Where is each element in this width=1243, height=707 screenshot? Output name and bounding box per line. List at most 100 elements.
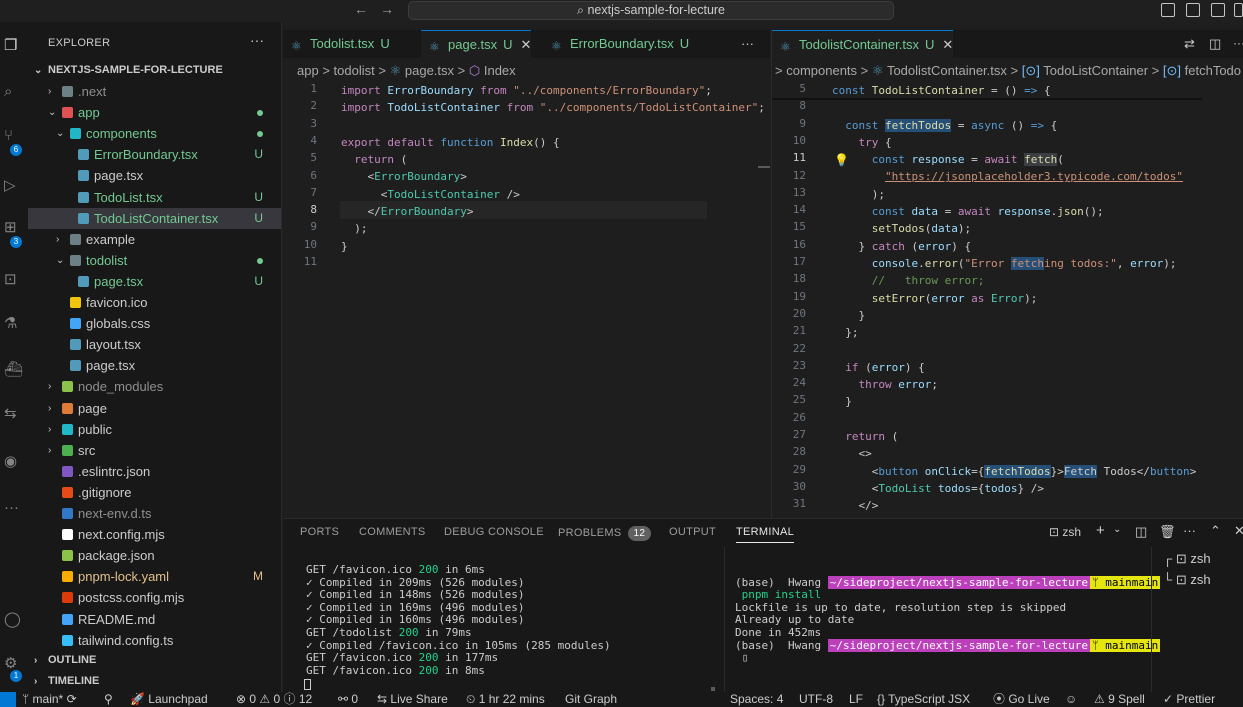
explorer-icon[interactable]: ❐ xyxy=(4,38,22,54)
terminal-list-item[interactable]: ┌ ⊡ zsh xyxy=(1163,551,1211,567)
maximize-panel-icon[interactable]: ⌃ xyxy=(1210,523,1221,539)
tree-item[interactable]: ⌄ components xyxy=(28,123,281,144)
tree-item[interactable]: page.tsx U xyxy=(28,271,281,292)
tree-item[interactable]: page.tsx xyxy=(28,355,281,376)
close-tab-icon[interactable]: ✕ xyxy=(521,37,532,52)
back-arrow-icon[interactable]: ← xyxy=(354,1,368,17)
tab-todolistcontainer[interactable]: ⚛ TodolistContainer.tsx U ✕ xyxy=(772,30,954,58)
tree-item[interactable]: ⌄ app xyxy=(28,102,281,123)
tree-item[interactable]: ⌄ todolist xyxy=(28,250,281,271)
search-icon[interactable]: ⌕ xyxy=(4,84,22,100)
terminal-left-output[interactable]: GET /favicon.ico 200 in 6ms ✓ Compiled in… xyxy=(306,563,611,677)
tree-item[interactable]: pnpm-lock.yaml M xyxy=(28,566,281,587)
tree-item[interactable]: page.tsx xyxy=(28,165,281,186)
timeline-section[interactable]: › TIMELINE xyxy=(28,671,281,692)
tree-item[interactable]: › public xyxy=(28,419,281,440)
launchpad-button[interactable]: 🚀 Launchpad xyxy=(130,692,208,707)
terminal-right-output[interactable]: (base) Hwang ~/sideproject/nextjs-sample… xyxy=(735,564,1161,690)
lightbulb-icon[interactable]: 💡 xyxy=(834,153,849,167)
git-branch[interactable]: ᛘ main* ⟳ xyxy=(22,692,77,707)
terminal-profile[interactable]: ⊡ zsh xyxy=(1049,525,1081,539)
close-panel-icon[interactable]: ✕ xyxy=(1234,523,1243,539)
tab-todolist[interactable]: ⚛ Todolist.tsx U xyxy=(283,30,390,58)
github-icon[interactable]: ◉ xyxy=(4,454,22,470)
tree-item[interactable]: › src xyxy=(28,440,281,461)
tree-item[interactable]: .eslintrc.json xyxy=(28,461,281,482)
spell-check-status[interactable]: ⚠ 9 Spell xyxy=(1094,692,1145,707)
tab-problems[interactable]: PROBLEMS 12 xyxy=(558,526,652,541)
compare-changes-icon[interactable]: ⇄ xyxy=(1184,36,1195,52)
code-editor-left[interactable]: 1 2 3 4 5 6 7 8 9 10 11 import ErrorBoundary from … xyxy=(283,82,770,518)
tree-item[interactable]: › .next xyxy=(28,81,281,102)
toggle-panel-icon[interactable] xyxy=(1186,3,1200,17)
tab-output[interactable]: OUTPUT xyxy=(669,526,716,538)
split-editor-icon[interactable]: ◫ xyxy=(1209,36,1221,52)
problems-status[interactable]: ⊗ 0 ⚠ 0 ⓘ 12 xyxy=(236,692,312,707)
tree-item[interactable]: TodoList.tsx U xyxy=(28,187,281,208)
panel-more-icon[interactable]: ··· xyxy=(1183,523,1196,538)
split-terminal-icon[interactable]: ◫ xyxy=(1135,524,1147,540)
chevron-down-icon[interactable]: ⌄ xyxy=(1113,524,1121,535)
language-mode[interactable]: {} TypeScript JSX xyxy=(877,692,970,707)
toggle-secondary-sidebar-icon[interactable] xyxy=(1211,3,1225,17)
tree-item[interactable]: .gitignore xyxy=(28,482,281,503)
tree-item[interactable]: favicon.ico xyxy=(28,292,281,313)
trash-icon[interactable]: 🗑 xyxy=(1159,524,1176,540)
copilot-icon[interactable]: ☺ xyxy=(1065,692,1077,707)
remote-indicator[interactable] xyxy=(0,692,16,707)
remote-explorer-icon[interactable]: ⊡ xyxy=(4,272,22,288)
tree-item[interactable]: globals.css xyxy=(28,313,281,334)
tree-item[interactable]: TodoListContainer.tsx U xyxy=(28,207,281,229)
tree-item[interactable]: › example xyxy=(28,229,281,250)
tab-errorboundary[interactable]: ⚛ ErrorBoundary.tsx U xyxy=(543,30,689,58)
tree-item[interactable]: next-env.d.ts xyxy=(28,503,281,524)
tab-comments[interactable]: COMMENTS xyxy=(359,526,426,538)
terminal-list-item[interactable]: └ ⊡ zsh xyxy=(1163,572,1211,588)
wakatime-status[interactable]: ⏲ 1 hr 22 mins xyxy=(466,692,545,707)
extensions-icon[interactable]: ⊞ xyxy=(4,220,22,236)
git-graph-button[interactable]: Git Graph xyxy=(565,692,617,707)
tree-item[interactable]: postcss.config.mjs xyxy=(28,587,281,608)
tree-item[interactable]: package.json xyxy=(28,545,281,566)
more-icon[interactable]: ··· xyxy=(4,500,22,516)
editor-more-button[interactable]: ··· xyxy=(733,30,754,58)
docker-icon[interactable]: ⛴ xyxy=(4,362,23,378)
command-center-search[interactable]: ⌕ nextjs-sample-for-lecture xyxy=(408,1,894,20)
editor-more-button[interactable]: ··· xyxy=(1233,36,1243,50)
testing-icon[interactable]: ⚗ xyxy=(4,316,22,332)
tree-item[interactable]: tailwind.config.ts xyxy=(28,630,281,651)
accounts-icon[interactable]: ◯ xyxy=(4,612,22,628)
tab-page[interactable]: ⚛ page.tsx U ✕ xyxy=(421,30,532,58)
toggle-sidebar-icon[interactable] xyxy=(1161,3,1175,17)
file-icon xyxy=(70,297,81,308)
indentation-status[interactable]: Spaces: 4 xyxy=(730,692,783,707)
run-debug-icon[interactable]: ▷ xyxy=(4,178,22,194)
workspace-root[interactable]: ⌄ NEXTJS-SAMPLE-FOR-LECTURE xyxy=(28,60,281,81)
close-tab-icon[interactable]: ✕ xyxy=(942,37,953,52)
encoding-status[interactable]: UTF-8 xyxy=(799,692,833,707)
tab-debug-console[interactable]: DEBUG CONSOLE xyxy=(444,526,544,538)
tree-item[interactable]: README.md xyxy=(28,609,281,630)
tab-terminal[interactable]: TERMINAL xyxy=(736,526,795,543)
live-share-icon[interactable]: ⇆ xyxy=(4,406,22,422)
tree-item[interactable]: layout.tsx xyxy=(28,334,281,355)
live-share-button[interactable]: ⇆ Live Share xyxy=(377,692,448,707)
tree-item[interactable]: › page xyxy=(28,398,281,419)
source-control-icon[interactable]: ⑂ xyxy=(4,128,22,144)
tree-item[interactable]: ErrorBoundary.tsx U xyxy=(28,144,281,165)
tab-ports[interactable]: PORTS xyxy=(300,526,339,538)
tree-item[interactable]: › node_modules xyxy=(28,376,281,397)
go-live-button[interactable]: ⦿ Go Live xyxy=(993,692,1050,707)
forward-arrow-icon[interactable]: → xyxy=(380,1,394,17)
eol-status[interactable]: LF xyxy=(849,692,863,707)
ports-status[interactable]: ⚯ 0 xyxy=(338,692,358,707)
prettier-status[interactable]: ✓ Prettier xyxy=(1163,692,1215,707)
code-editor-right[interactable]: 5 8 9 10 11 12 13 14 15 16 17 18 19 20 21 22 23 24 25 26 27 2… xyxy=(772,82,1243,518)
outline-section[interactable]: › OUTLINE xyxy=(28,650,281,671)
new-terminal-icon[interactable]: + xyxy=(1096,522,1105,539)
terminal-split-divider[interactable] xyxy=(724,547,725,693)
customize-layout-icon[interactable] xyxy=(1234,3,1243,17)
explorer-more-button[interactable]: ··· xyxy=(250,32,264,48)
sync-icon[interactable]: ⚲ xyxy=(104,692,113,707)
tree-item[interactable]: next.config.mjs xyxy=(28,524,281,545)
